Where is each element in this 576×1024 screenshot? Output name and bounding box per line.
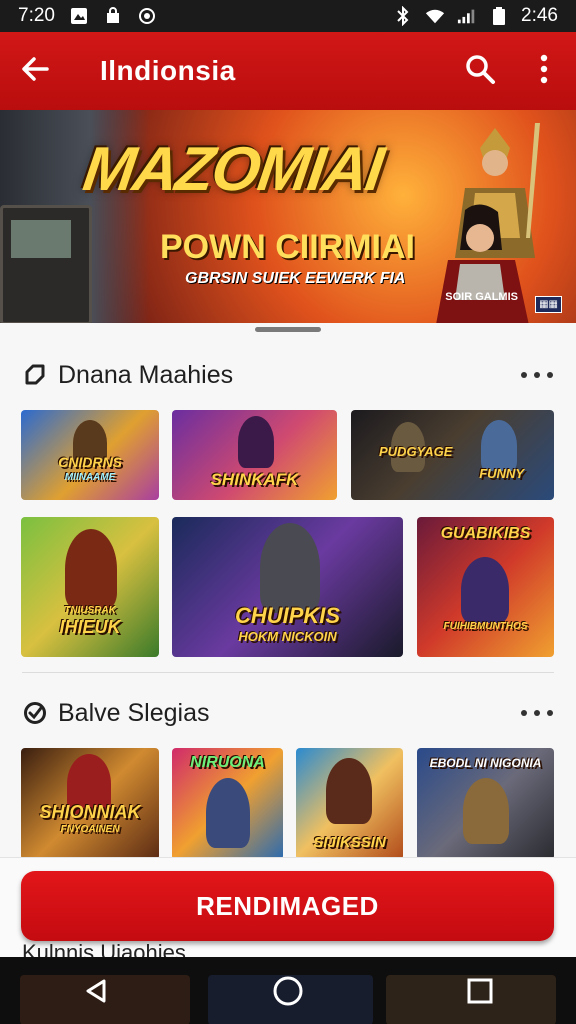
search-icon [464,53,496,90]
tag-icon [22,362,48,388]
overflow-menu-button[interactable] [512,32,576,110]
gallery-icon [69,6,89,26]
game-tile[interactable]: CNIDRNS MIINAAME [21,410,159,500]
game-tile[interactable]: PUDGYAGE FUNNY [351,410,554,500]
back-triangle-icon [86,979,106,1002]
game-tile-sublabel: FUNNY [479,466,524,481]
game-tile[interactable]: IHIEUK TNIUSRAK [21,517,159,657]
app-bar: Ilndionsia [0,32,576,110]
section-more-button[interactable] [514,360,554,390]
game-tile-label: IHIEUK [59,617,121,637]
game-tile[interactable]: SHINKAFK [172,410,337,500]
section-more-button[interactable] [514,698,554,728]
status-bar: 7:20 2:46 [0,0,576,32]
system-nav-bar [0,957,576,1024]
primary-cta-button[interactable]: RENDIMAGED [21,871,554,941]
game-tile[interactable]: SHIONNIAK FNYOAINEN [21,748,159,860]
section-divider [22,672,554,673]
recents-square-icon [467,978,493,1003]
camera-icon [137,6,157,26]
more-horiz-icon [521,710,553,716]
game-tile-label: PUDGYAGE [379,444,453,459]
page-title: Ilndionsia [100,55,236,86]
back-arrow-icon [20,54,50,89]
signal-icon [457,6,477,26]
nav-back-button[interactable] [66,961,126,1021]
game-tile-sublabel: MIINAAME [64,472,116,483]
bag-icon [103,6,123,26]
section-header-1: Dnana Maahies [0,345,576,405]
banner-caption: SOIR GALMIS [445,291,518,303]
section-title: Balve Slegias [58,698,210,727]
game-tile-label: CNIDRNS [58,454,122,470]
wifi-icon [425,6,445,26]
status-clock: 2:46 [521,5,558,26]
battery-icon [489,6,509,26]
game-tile[interactable]: GUABIKIBS FUIHIBMUNTHOS [417,517,554,657]
more-vert-icon [539,54,549,89]
banner-heroine-figure [436,204,529,323]
game-tile-label: SIJIKSSIN [313,834,386,851]
game-tile-label: SHIONNIAK [39,802,141,822]
game-tile[interactable]: EBODL NI NIGONIA [417,748,554,860]
banner-title: MAZOMIAI [79,135,387,204]
back-button[interactable] [0,32,70,110]
game-tile-label: CHUIPKIS [234,603,341,628]
drag-handle[interactable] [255,327,321,332]
game-tile[interactable]: CHUIPKIS HOKM NICKOIN [172,517,403,657]
game-tile-label: NIRUONA [190,754,265,771]
banner-arcade-machine [0,205,92,323]
banner-rating-badge: ▦▦ [535,296,562,313]
search-button[interactable] [448,32,512,110]
game-tile-label: GUABIKIBS [440,525,531,542]
banner-subtitle: POWN CIIRMIAI [160,228,415,266]
home-circle-icon [273,976,303,1005]
section-header-2: Balve Slegias [0,683,576,743]
check-circle-icon [22,700,48,726]
game-tile-sublabel: FNYOAINEN [60,824,120,835]
game-tile-sublabel: HOKM NICKOIN [238,629,337,644]
more-horiz-icon [521,372,553,378]
nav-home-button[interactable] [258,961,318,1021]
nav-recents-button[interactable] [450,961,510,1021]
peek-section-title: Kulnnis Uiaohies [22,940,186,957]
banner-tagline: GBRSIN SUIEK EEWERK FIA [185,270,406,287]
hero-banner[interactable]: MAZOMIAI POWN CIIRMIAI GBRSIN SUIEK EEWE… [0,110,576,323]
bluetooth-icon [393,6,413,26]
game-tile[interactable]: NIRUONA [172,748,283,860]
game-tile[interactable]: SIJIKSSIN [296,748,403,860]
status-time: 7:20 [18,5,55,26]
game-tile-sublabel: FUIHIBMUNTHOS [443,621,528,632]
game-tile-label: SHINKAFK [210,470,299,489]
section-title: Dnana Maahies [58,360,234,389]
game-tile-sublabel: TNIUSRAK [64,605,116,616]
game-tile-label: EBODL NI NIGONIA [429,756,542,770]
